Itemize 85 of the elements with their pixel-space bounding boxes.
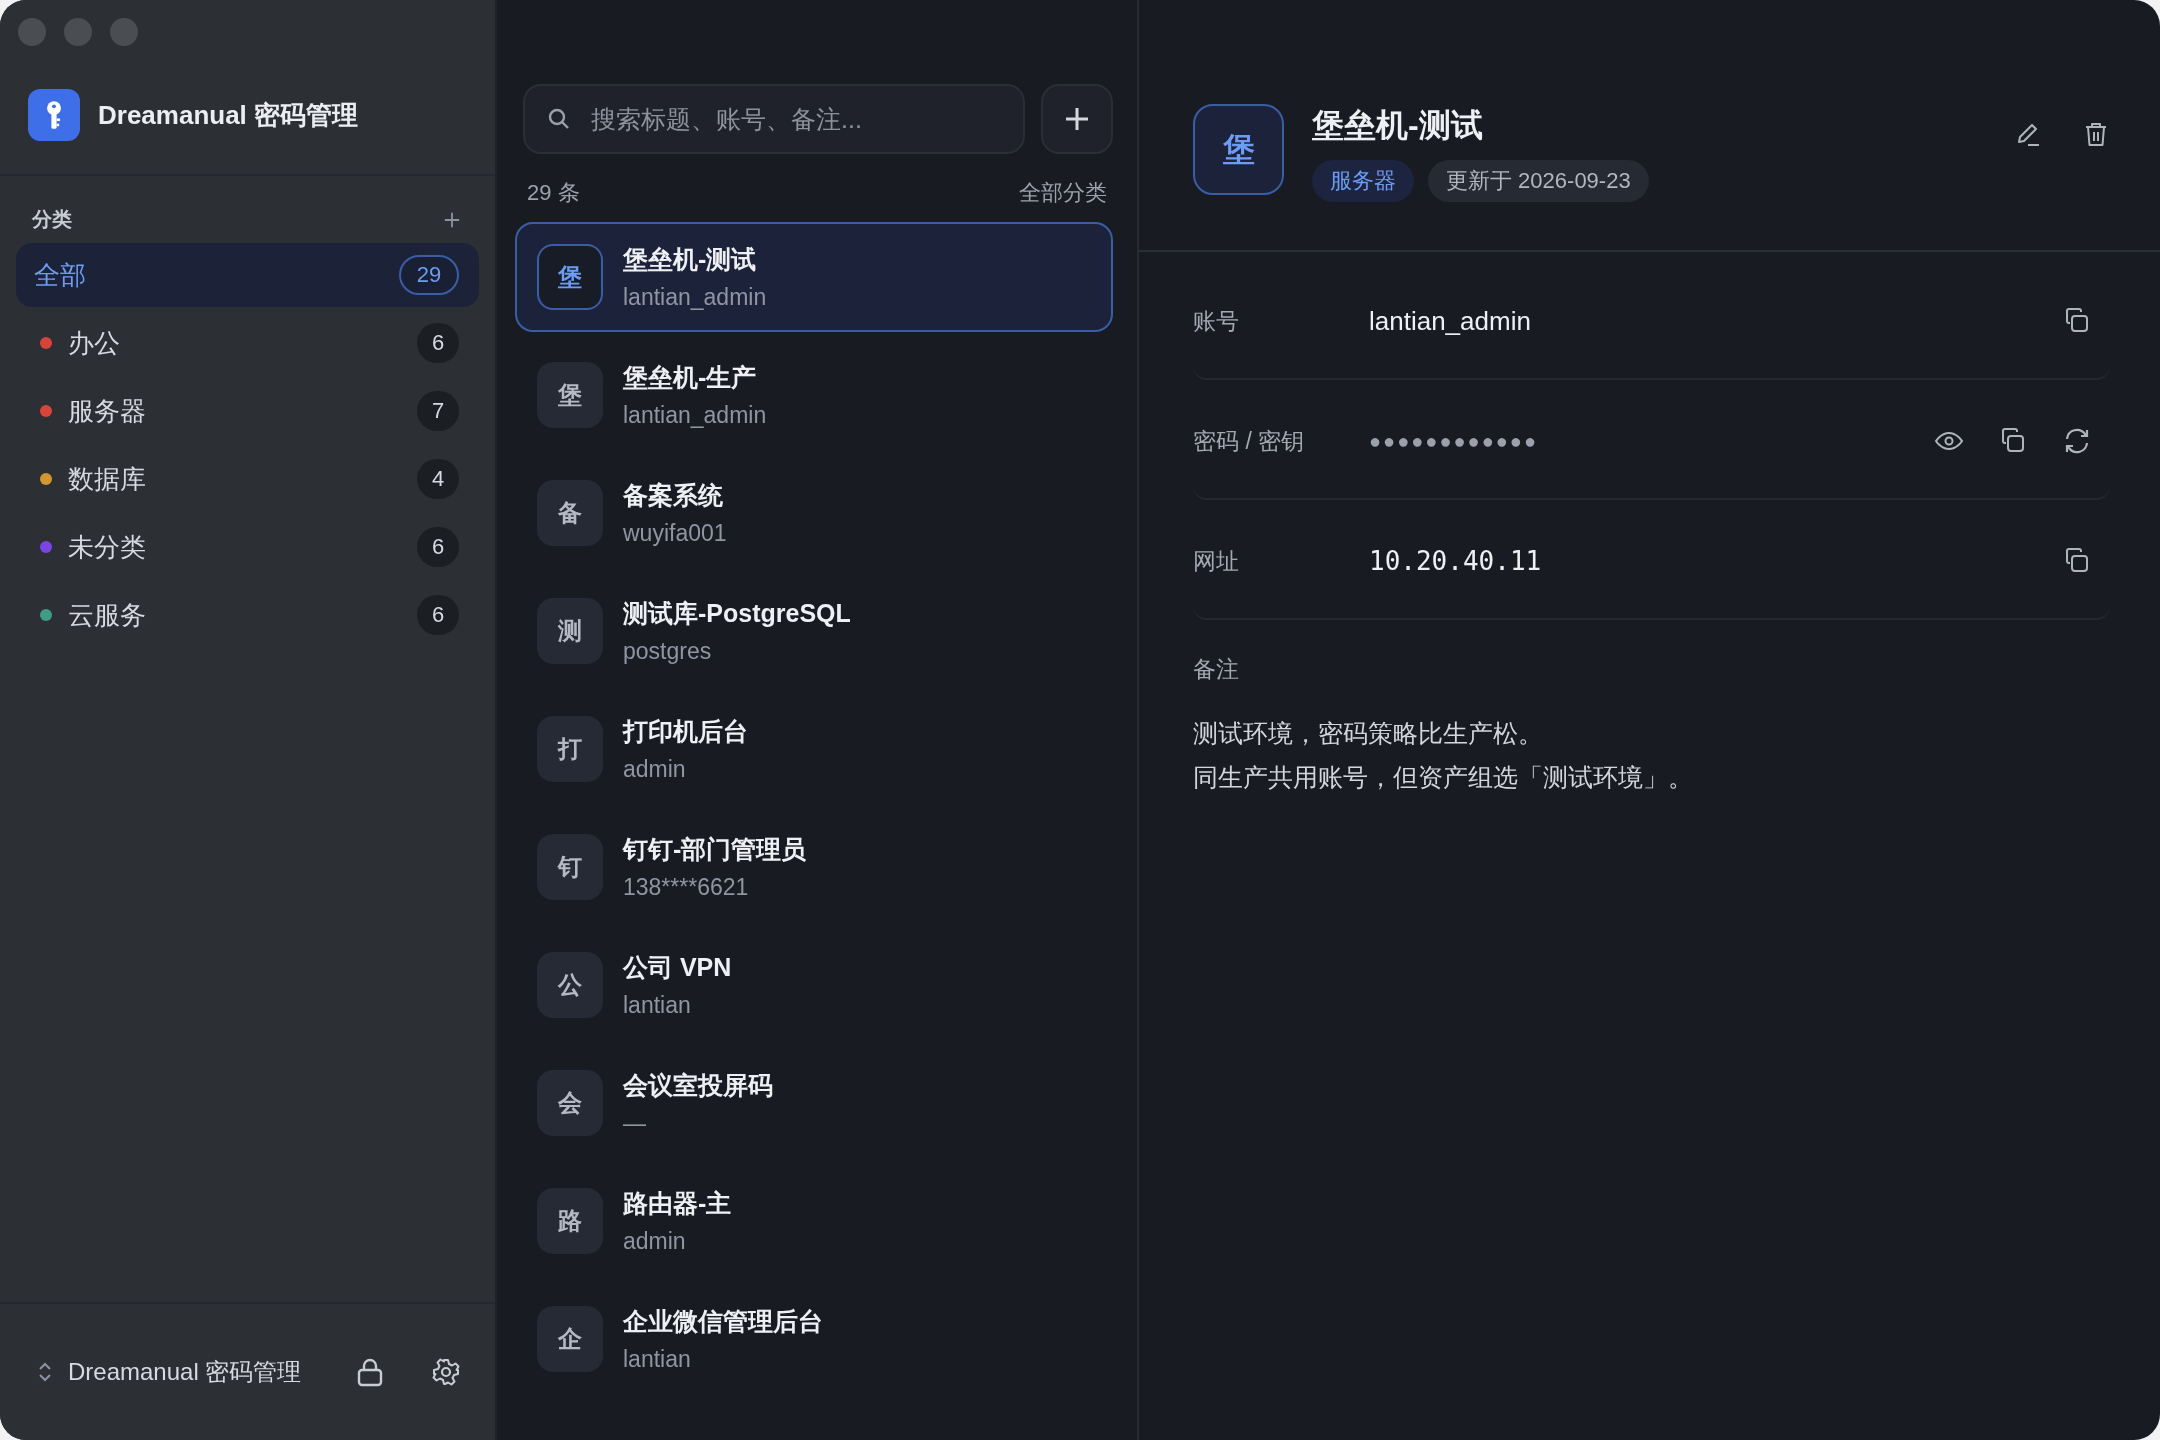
entry-title: 路由器-主 [623, 1188, 732, 1219]
entry-avatar: 钉 [537, 834, 603, 900]
category-item[interactable]: 未分类 6 [16, 515, 479, 579]
category-item[interactable]: 服务器 7 [16, 379, 479, 443]
field-label: 密码 / 密钥 [1193, 426, 1306, 456]
search-field[interactable]: 搜索标题、账号、备注... [523, 84, 1025, 154]
field-label: 账号 [1193, 306, 1240, 336]
entry-account: lantian [623, 992, 692, 1019]
entry-item[interactable]: 备 备案系统 wuyifa001 [515, 458, 1113, 568]
lock-icon[interactable] [355, 1357, 385, 1387]
entry-item[interactable]: 测 测试库-PostgreSQL postgres [515, 576, 1113, 686]
entry-account: — [623, 1110, 647, 1137]
add-icon [1064, 106, 1090, 132]
entry-avatar: 堡 [1193, 104, 1284, 195]
count-badge: 6 [417, 595, 459, 635]
category-name: 办公 [68, 326, 121, 360]
entry-avatar: 备 [537, 480, 603, 546]
entry-title: 企业微信管理后台 [623, 1306, 823, 1337]
count-badge: 6 [417, 323, 459, 363]
category-name: 云服务 [68, 598, 147, 632]
category-item[interactable]: 云服务 6 [16, 583, 479, 647]
count-badge: 29 [399, 255, 459, 295]
entry-account: lantian_admin [623, 284, 767, 311]
entry-title: 堡垒机-测试 [1312, 106, 1484, 145]
entry-item[interactable]: 打 打印机后台 admin [515, 694, 1113, 804]
field-label: 网址 [1193, 546, 1240, 576]
entry-title: 公司 VPN [623, 952, 732, 983]
entry-account: 138****6621 [623, 874, 750, 901]
entry-account: admin [623, 756, 687, 783]
category-name: 全部 [34, 258, 87, 292]
entry-avatar: 堡 [537, 244, 603, 310]
notes-label: 备注 [1193, 655, 1240, 684]
chevron-updown-icon[interactable] [38, 1361, 52, 1383]
notes-text: 测试环境，密码策略比生产松。 [1193, 718, 1544, 749]
entry-item[interactable]: 会 会议室投屏码 — [515, 1048, 1113, 1158]
entry-avatar: 堡 [537, 362, 603, 428]
entry-account: postgres [623, 638, 713, 665]
settings-icon[interactable] [431, 1357, 461, 1387]
field-value: ●●●●●●●●●●●● [1369, 429, 1539, 453]
entry-avatar: 企 [537, 1306, 603, 1372]
entry-account: lantian [623, 1346, 692, 1373]
section-title: 分类 [32, 207, 72, 232]
entry-avatar: 打 [537, 716, 603, 782]
entry-title: 打印机后台 [623, 716, 748, 747]
entry-item[interactable]: 公 公司 VPN lantian [515, 930, 1113, 1040]
entry-account: admin [623, 1228, 687, 1255]
category-item[interactable]: 办公 6 [16, 311, 479, 375]
entry-item[interactable]: 堡 堡垒机-测试 lantian_admin [515, 222, 1113, 332]
entry-avatar: 测 [537, 598, 603, 664]
category-item[interactable]: 数据库 4 [16, 447, 479, 511]
category-filter[interactable]: 全部分类 [1019, 178, 1107, 208]
category-name: 服务器 [68, 394, 147, 428]
category-item[interactable]: 全部 29 [16, 243, 479, 307]
entry-title: 备案系统 [623, 480, 724, 511]
count-badge: 6 [417, 527, 459, 567]
entry-item[interactable]: 企 企业微信管理后台 lantian [515, 1284, 1113, 1394]
notes-text: 同生产共用账号，但资产组选「测试环境」。 [1193, 762, 1694, 793]
search-icon [547, 107, 571, 131]
entry-title: 会议室投屏码 [623, 1070, 773, 1101]
entry-title: 堡垒机-测试 [623, 244, 758, 275]
add-icon[interactable] [443, 210, 461, 229]
app-title: Dreamanual 密码管理 [98, 98, 359, 132]
entry-avatar: 会 [537, 1070, 603, 1136]
entry-account: lantian_admin [623, 402, 767, 429]
entry-item[interactable]: 堡 堡垒机-生产 lantian_admin [515, 340, 1113, 450]
count-badge: 4 [417, 459, 459, 499]
entry-title: 堡垒机-生产 [623, 362, 758, 393]
add-button[interactable] [1041, 84, 1113, 154]
vault-name[interactable]: Dreamanual 密码管理 [68, 1356, 309, 1388]
item-count: 29 条 [527, 179, 580, 207]
entry-title: 测试库-PostgreSQL [623, 598, 851, 629]
entry-account: wuyifa001 [623, 520, 727, 547]
category-tag: 服务器 [1312, 160, 1414, 202]
entry-avatar: 路 [537, 1188, 603, 1254]
key-logo-icon [28, 89, 80, 141]
category-name: 未分类 [68, 530, 147, 564]
field-value: lantian_admin [1369, 305, 1532, 337]
entry-title: 钉钉-部门管理员 [623, 834, 807, 865]
updated-tag: 更新于 2026-09-23 [1428, 160, 1649, 202]
entry-item[interactable]: 路 路由器-主 admin [515, 1166, 1113, 1276]
category-name: 数据库 [68, 462, 147, 496]
entry-item[interactable]: 钉 钉钉-部门管理员 138****6621 [515, 812, 1113, 922]
entry-avatar: 公 [537, 952, 603, 1018]
field-value: 10.20.40.11 [1369, 546, 1543, 576]
count-badge: 7 [417, 391, 459, 431]
